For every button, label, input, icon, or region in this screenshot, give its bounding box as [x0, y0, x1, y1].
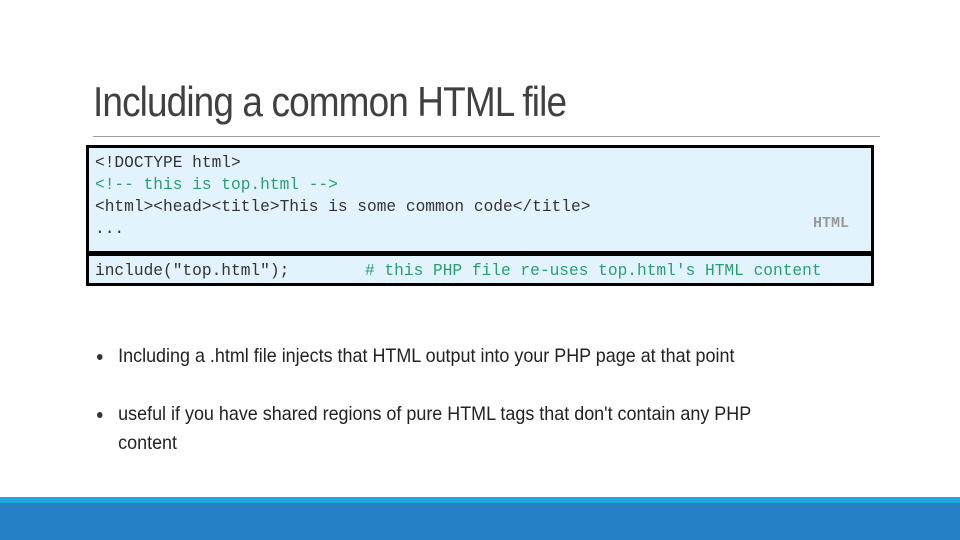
code-line-comment: <!-- this is top.html --> — [95, 176, 338, 194]
php-code-block: include("top.html"); # this PHP file re-… — [86, 253, 874, 286]
title-divider — [93, 136, 880, 137]
bullet-text: Including a .html file injects that HTML… — [118, 345, 735, 367]
php-include-statement: include("top.html"); — [95, 262, 290, 280]
code-line-ellipsis: ... — [95, 220, 125, 238]
language-label: HTML — [812, 215, 849, 232]
bullet-icon — [97, 354, 103, 360]
footer-bar — [0, 503, 960, 540]
bullet-icon — [97, 412, 103, 418]
bullet-list: Including a .html file injects that HTML… — [97, 342, 796, 487]
slide-title: Including a common HTML file — [93, 78, 567, 125]
bullet-text: useful if you have shared regions of pur… — [118, 403, 751, 454]
bullet-item: useful if you have shared regions of pur… — [97, 400, 796, 458]
html-code-block: <!DOCTYPE html> <!-- this is top.html --… — [86, 145, 874, 254]
bullet-item: Including a .html file injects that HTML… — [97, 342, 796, 371]
code-line-html-head: <html><head><title>This is some common c… — [95, 198, 591, 216]
php-comment: # this PHP file re-uses top.html's HTML … — [365, 262, 822, 280]
php-code-line: include("top.html"); # this PHP file re-… — [95, 260, 865, 282]
code-line-doctype: <!DOCTYPE html> — [95, 154, 241, 172]
